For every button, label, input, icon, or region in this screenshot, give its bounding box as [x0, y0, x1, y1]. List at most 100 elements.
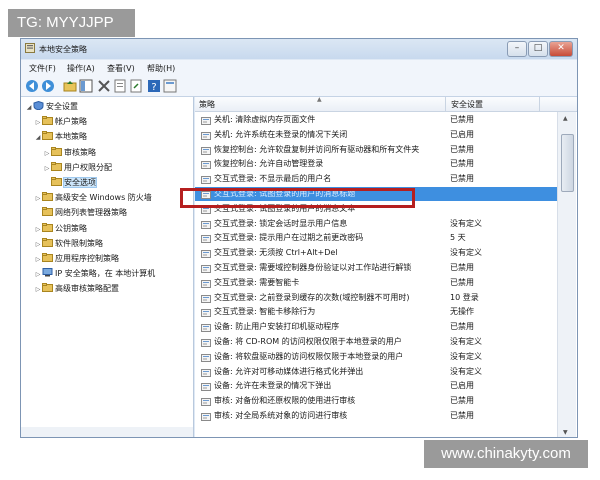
policy-name: 恢复控制台: 允许自动管理登录: [214, 159, 324, 169]
tree-item[interactable]: ▷ 审核策略: [43, 146, 96, 159]
table-row[interactable]: 设备: 允许对可移动媒体进行格式化并弹出 没有定义: [195, 365, 557, 379]
tree-item[interactable]: ▷ 高级安全 Windows 防火墙: [34, 191, 152, 204]
toolbar: ?: [21, 76, 577, 97]
table-row[interactable]: 交互式登录: 之前登录到缓存的次数(域控制器不可用时) 10 登录: [195, 291, 557, 305]
policy-setting: 已禁用: [450, 263, 474, 272]
menu-help[interactable]: 帮助(H): [147, 63, 175, 74]
policy-list: 策略 ▲ 安全设置 关机: 清除虚拟内存页面文件 已禁用 关机: 允许系统在未登录的…: [195, 97, 577, 437]
tree-item-label: 安全选项: [63, 177, 97, 188]
policy-name: 审核: 对全局系统对象的访问进行审核: [214, 411, 348, 420]
expand-arrow-icon[interactable]: ▷: [34, 192, 42, 205]
tree-item[interactable]: ▷ 应用程序控制策略: [34, 252, 119, 265]
scroll-up-icon[interactable]: ▲: [563, 115, 568, 122]
table-row[interactable]: 交互式登录: 需要域控制器身份验证以对工作站进行解锁 已禁用: [195, 261, 557, 275]
scroll-down-icon[interactable]: ▼: [563, 429, 568, 436]
tree-item-label: 软件限制策略: [55, 238, 103, 248]
tree-item[interactable]: ◢ 本地策略: [34, 130, 87, 143]
close-button[interactable]: ✕: [549, 41, 573, 57]
folder-icon: [42, 237, 55, 248]
policy-name: 交互式登录: 不显示最后的用户名: [214, 174, 332, 184]
policy-setting: 已禁用: [450, 396, 474, 406]
expand-arrow-icon[interactable]: ▷: [34, 253, 42, 266]
tree-item[interactable]: ▷ 软件限制策略: [34, 237, 103, 250]
forward-arrow-icon[interactable]: [41, 79, 55, 93]
network-icon: [42, 268, 55, 278]
menu-action[interactable]: 操作(A): [67, 63, 95, 74]
policy-icon: [201, 323, 211, 333]
window-title: 本地安全策略: [39, 45, 87, 54]
tree-horizontal-scrollbar[interactable]: [21, 427, 193, 437]
delete-icon[interactable]: [97, 79, 111, 93]
policy-name: 设备: 防止用户安装打印机驱动程序: [214, 322, 340, 332]
maximize-button[interactable]: □: [528, 41, 548, 57]
table-row[interactable]: 交互式登录: 需要智能卡 已禁用: [195, 276, 557, 290]
collapse-arrow-icon[interactable]: ◢: [34, 131, 42, 144]
menu-file[interactable]: 文件(F): [29, 63, 56, 74]
expand-arrow-icon[interactable]: ▷: [34, 283, 42, 296]
policy-name: 交互式登录: 锁定会话时显示用户信息: [214, 218, 348, 228]
policy-name: 恢复控制台: 允许软盘复制并访问所有驱动器和所有文件夹: [214, 144, 420, 154]
tree-item[interactable]: ◢ 安全设置: [25, 100, 78, 113]
policy-setting: 无操作: [450, 307, 474, 317]
table-row[interactable]: 审核: 对备份和还原权限的使用进行审核 已禁用: [195, 394, 557, 408]
table-row[interactable]: 交互式登录: 提示用户在过期之前更改密码 5 天: [195, 231, 557, 245]
tree-item-label: 高级审核策略配置: [55, 284, 119, 294]
tree-item[interactable]: ▷ 公钥策略: [34, 222, 87, 235]
menu-view[interactable]: 查看(V): [107, 63, 135, 74]
policy-setting: 已禁用: [450, 277, 474, 287]
vertical-scrollbar[interactable]: ▲ ▼: [557, 112, 576, 437]
help-icon[interactable]: ?: [147, 79, 161, 93]
console-icon[interactable]: [163, 79, 177, 93]
table-row[interactable]: 关机: 允许系统在未登录的情况下关闭 已启用: [195, 128, 557, 142]
table-row[interactable]: 恢复控制台: 允许自动管理登录 已禁用: [195, 157, 557, 171]
back-arrow-icon[interactable]: [25, 79, 39, 93]
table-row[interactable]: 设备: 将 CD-ROM 的访问权限仅限于本地登录的用户 没有定义: [195, 335, 557, 349]
column-header-setting[interactable]: 安全设置: [451, 99, 483, 110]
policy-setting: 没有定义: [450, 218, 482, 228]
expand-arrow-icon[interactable]: ▷: [34, 268, 42, 281]
folder-icon: [42, 116, 55, 126]
expand-arrow-icon[interactable]: ▷: [43, 147, 51, 160]
tree-item-label: 安全设置: [46, 102, 78, 111]
watermark-bottom: www.chinakyty.com: [424, 440, 588, 468]
folder-icon: [51, 161, 64, 172]
policy-name: 设备: 将 CD-ROM 的访问权限仅限于本地登录的用户: [214, 337, 402, 346]
policy-setting: 已启用: [450, 381, 474, 391]
table-row[interactable]: 审核: 对全局系统对象的访问进行审核 已禁用: [195, 409, 557, 423]
policy-icon: [201, 146, 211, 155]
svg-text:?: ?: [151, 82, 156, 93]
table-row[interactable]: 交互式登录: 无须按 Ctrl+Alt+Del 没有定义: [195, 246, 557, 260]
table-row[interactable]: 设备: 将软盘驱动器的访问权限仅限于本地登录的用户 没有定义: [195, 350, 557, 364]
expand-arrow-icon[interactable]: ▷: [34, 238, 42, 251]
table-row[interactable]: 恢复控制台: 允许软盘复制并访问所有驱动器和所有文件夹 已禁用: [195, 143, 557, 157]
policy-name: 设备: 允许对可移动媒体进行格式化并弹出: [214, 366, 364, 376]
tree-item[interactable]: ▷ IP 安全策略，在 本地计算机: [34, 267, 155, 280]
expand-arrow-icon[interactable]: ▷: [34, 223, 42, 236]
table-row[interactable]: 设备: 防止用户安装打印机驱动程序 已禁用: [195, 320, 557, 334]
scrollbar-thumb[interactable]: [561, 134, 574, 192]
policy-icon: [201, 397, 211, 407]
tree-item[interactable]: 网络列表管理器策略: [34, 206, 127, 219]
folder-icon: [42, 207, 55, 217]
up-folder-icon[interactable]: [63, 79, 77, 93]
tree-item[interactable]: ▷ 高级审核策略配置: [34, 282, 119, 295]
tree-item[interactable]: 安全选项: [43, 176, 97, 189]
tree-item[interactable]: ▷ 用户权限分配: [43, 161, 112, 174]
policy-icon: [201, 234, 211, 244]
table-row[interactable]: 设备: 允许在未登录的情况下弹出 已启用: [195, 379, 557, 393]
expand-arrow-icon[interactable]: ▷: [43, 162, 51, 175]
table-row[interactable]: 交互式登录: 锁定会话时显示用户信息 没有定义: [195, 217, 557, 231]
minimize-button[interactable]: –: [507, 41, 527, 57]
table-row[interactable]: 交互式登录: 不显示最后的用户名 已禁用: [195, 172, 557, 186]
table-row[interactable]: 关机: 清除虚拟内存页面文件 已禁用: [195, 113, 557, 127]
column-header-policy[interactable]: 策略: [199, 99, 215, 110]
properties-icon[interactable]: [113, 79, 127, 93]
tree-item[interactable]: ▷ 帐户策略: [34, 115, 87, 128]
tree-item-label: 帐户策略: [55, 117, 87, 127]
expand-arrow-icon[interactable]: ▷: [34, 116, 42, 129]
policy-name: 交互式登录: 需要智能卡: [214, 277, 300, 287]
show-hide-tree-icon[interactable]: [79, 79, 93, 93]
export-list-icon[interactable]: [129, 79, 143, 93]
collapse-arrow-icon[interactable]: ◢: [25, 101, 33, 114]
table-row[interactable]: 交互式登录: 智能卡移除行为 无操作: [195, 305, 557, 319]
